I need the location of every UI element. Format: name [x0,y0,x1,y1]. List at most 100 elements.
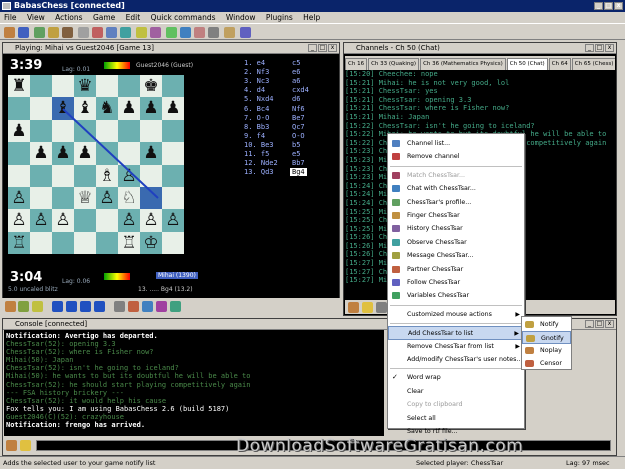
flag-icon[interactable] [150,27,161,38]
submenu-item[interactable]: Gnotify [522,331,571,344]
context-menu-item[interactable]: Channel list... [388,137,524,150]
move-white[interactable]: 2. Nf3 [244,68,269,76]
context-menu-item[interactable]: Observe ChessTsar [388,236,524,249]
smiley-icon[interactable] [20,440,31,451]
move-list-icon[interactable] [114,301,125,312]
channel-tab[interactable]: Ch 64 [548,58,571,70]
channel-tab[interactable]: Ch 50 (Chat) [506,58,548,70]
context-menu-item[interactable]: History ChessTsar [388,222,524,235]
connect-icon[interactable] [4,27,15,38]
close-icon[interactable]: x [614,2,623,10]
channel-tab[interactable]: Ch 16 [345,58,368,70]
channel-tab[interactable]: Ch 36 (Mathematics Physics) [420,58,506,70]
context-menu-item[interactable]: Select all [388,412,524,425]
menu-window[interactable]: Window [222,12,260,23]
move-list[interactable]: 1. e4 c5 2. Nf3 e6 3. Nc3 a6 4. d4 cxd4 5. Nxd4 d… [240,56,338,298]
channel-send-icon[interactable] [376,302,387,313]
move-black[interactable]: Be7 [292,114,305,122]
disconnect-icon[interactable] [18,27,29,38]
move-black[interactable]: cxd4 [292,86,309,94]
minimize-icon[interactable]: _ [585,44,594,52]
move-black[interactable]: b5 [292,141,300,149]
maximize-icon[interactable]: □ [595,320,604,328]
channel-options-icon[interactable] [348,302,359,313]
console-icon[interactable] [180,27,191,38]
maximize-icon[interactable]: □ [595,44,604,52]
move-white[interactable]: 3. Nc3 [244,77,269,85]
move-white[interactable]: 10. Be3 [244,141,274,149]
settings-icon[interactable] [224,27,235,38]
move-white[interactable]: 6. Bc4 [244,105,269,113]
console-output[interactable]: Notification: Avertigo has departed. Ches… [4,330,384,436]
context-menu-item[interactable]: Variables ChessTsar [388,289,524,302]
current-move[interactable]: Bg4 [290,168,307,177]
abort-icon[interactable] [120,27,131,38]
context-menu-item[interactable]: Copy to clipboard [388,398,524,411]
analyze-icon[interactable] [32,301,43,312]
board-icon[interactable] [62,27,73,38]
board-settings-icon[interactable] [18,301,29,312]
move-black[interactable]: O-O [292,132,305,140]
move-white[interactable]: 8. Bb3 [244,123,269,131]
context-menu-item[interactable]: Match ChessTsar... [388,169,524,182]
maximize-icon[interactable]: □ [604,2,613,10]
minimize-icon[interactable]: _ [594,2,603,10]
move-white[interactable]: 4. d4 [244,86,265,94]
context-menu-item[interactable]: Clear [388,385,524,398]
channels-icon[interactable] [166,27,177,38]
context-menu-item[interactable]: Finger ChessTsar [388,209,524,222]
menu-help[interactable]: Help [299,12,324,23]
submenu-item[interactable]: Censor [522,357,571,370]
context-menu-item[interactable]: Customized mouse actions ▶ [388,308,524,321]
context-menu-item[interactable]: Remove channel [388,150,524,163]
submenu-item[interactable]: Notify [522,318,571,331]
move-white[interactable]: 5. Nxd4 [244,95,274,103]
takeback-icon[interactable] [142,301,153,312]
context-menu-item[interactable]: Message ChessTsar... [388,249,524,262]
channel-tab[interactable]: Ch 33 (Quaking) [368,58,420,70]
menu-plugins[interactable]: Plugins [262,12,297,23]
menu-game[interactable]: Game [89,12,119,23]
match-icon[interactable] [48,27,59,38]
console-options-icon[interactable] [6,440,17,451]
move-white[interactable]: 11. f5 [244,150,269,158]
flip-board-icon[interactable] [5,301,16,312]
menu-edit[interactable]: Edit [122,12,145,23]
move-white[interactable]: 7. O-O [244,114,269,122]
smiley-icon[interactable] [362,302,373,313]
minimize-icon[interactable]: _ [585,320,594,328]
move-black[interactable]: e6 [292,68,300,76]
minimize-icon[interactable]: _ [308,44,317,52]
context-menu-item[interactable]: Add ChessTsar to list ▶ [388,326,524,340]
menu-actions[interactable]: Actions [51,12,86,23]
last-move-icon[interactable] [94,301,105,312]
menu-view[interactable]: View [23,12,49,23]
context-menu-item[interactable]: Add/modify ChessTsar's user notes... [388,353,524,366]
move-black[interactable]: d6 [292,95,300,103]
move-white[interactable]: 12. Nde2 [244,159,278,167]
move-black[interactable]: Bb7 [292,159,305,167]
menu-quick-commands[interactable]: Quick commands [147,12,220,23]
context-menu-item[interactable]: Chat with ChessTsar... [388,182,524,195]
menu-file[interactable]: File [0,12,21,23]
chess-board[interactable]: ♜ ♛ ♚ ♝ ♝ ♞ ♟ ♟ ♟ ♟ ♟ ♟ ♟ ♟ ♗ ♙ ♙ ♕ ♙ ♘ ♙ ♙ ♙ ♙ ♙ ♙ ♖ ♖ ♔ [8,75,184,255]
players-icon[interactable] [194,27,205,38]
move-black[interactable]: c5 [292,59,300,67]
move-black[interactable]: e5 [292,150,300,158]
maximize-icon[interactable]: □ [318,44,327,52]
close-icon[interactable]: x [605,44,614,52]
context-menu-item[interactable]: Follow ChessTsar [388,276,524,289]
close-icon[interactable]: x [605,320,614,328]
context-menu-item[interactable]: Partner ChessTsar [388,263,524,276]
help-icon[interactable] [240,27,251,38]
draw-icon[interactable] [106,27,117,38]
move-black[interactable]: Nf6 [292,105,305,113]
adjourn-icon[interactable] [136,27,147,38]
first-move-icon[interactable] [52,301,63,312]
resign-icon[interactable] [92,27,103,38]
smartmove-icon[interactable] [170,301,181,312]
move-white[interactable]: 1. e4 [244,59,265,67]
move-white[interactable]: 13. Qd3 [244,168,274,176]
context-menu-item[interactable]: Remove ChessTsar from list ▶ [388,340,524,353]
submenu-item[interactable]: Noplay [522,344,571,357]
